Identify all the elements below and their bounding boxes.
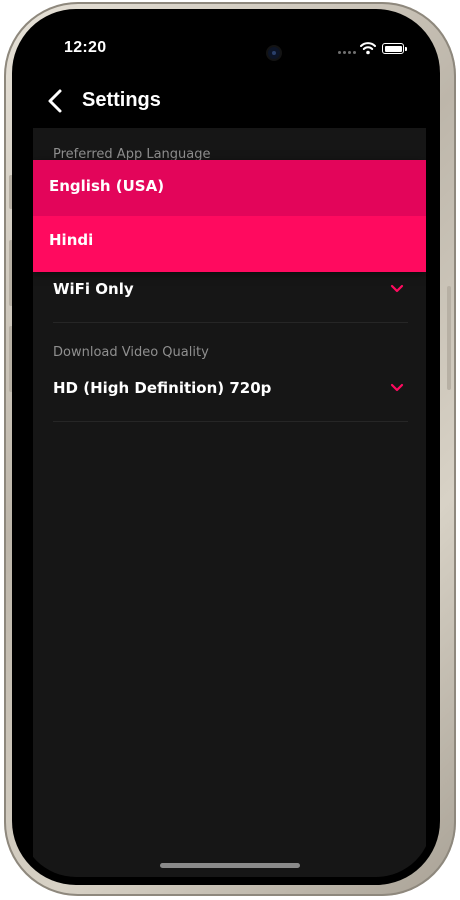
phone-screen: 12:20 Settings Preferred App Language Wi… — [20, 17, 432, 877]
chevron-down-icon — [390, 383, 404, 392]
front-camera — [268, 47, 280, 59]
chevron-down-icon — [390, 284, 404, 293]
language-option-hindi[interactable]: Hindi — [33, 216, 426, 272]
status-time: 12:20 — [64, 39, 107, 56]
header: Settings — [20, 79, 432, 123]
power-button — [447, 286, 451, 390]
divider — [53, 322, 408, 323]
download-network-setting: WiFi Only — [53, 276, 408, 324]
wifi-icon — [360, 42, 376, 55]
cellular-signal-icon — [338, 51, 356, 54]
option-label: Hindi — [49, 231, 94, 249]
video-quality-value: HD (High Definition) 720p — [53, 379, 272, 397]
language-dropdown-menu: English (USA) Hindi — [33, 160, 426, 272]
page-title: Settings — [82, 89, 161, 111]
download-network-value: WiFi Only — [53, 280, 134, 298]
status-bar: 12:20 — [20, 17, 432, 77]
home-indicator[interactable] — [160, 863, 300, 868]
download-network-select[interactable]: WiFi Only — [53, 276, 408, 308]
video-quality-select[interactable]: HD (High Definition) 720p — [53, 375, 408, 407]
battery-icon — [382, 43, 407, 54]
option-label: English (USA) — [49, 177, 165, 195]
video-quality-label: Download Video Quality — [53, 345, 209, 360]
back-button[interactable] — [42, 87, 70, 115]
video-quality-setting: Download Video Quality HD (High Definiti… — [53, 345, 408, 423]
divider — [53, 421, 408, 422]
language-option-english-usa[interactable]: English (USA) — [33, 160, 426, 216]
